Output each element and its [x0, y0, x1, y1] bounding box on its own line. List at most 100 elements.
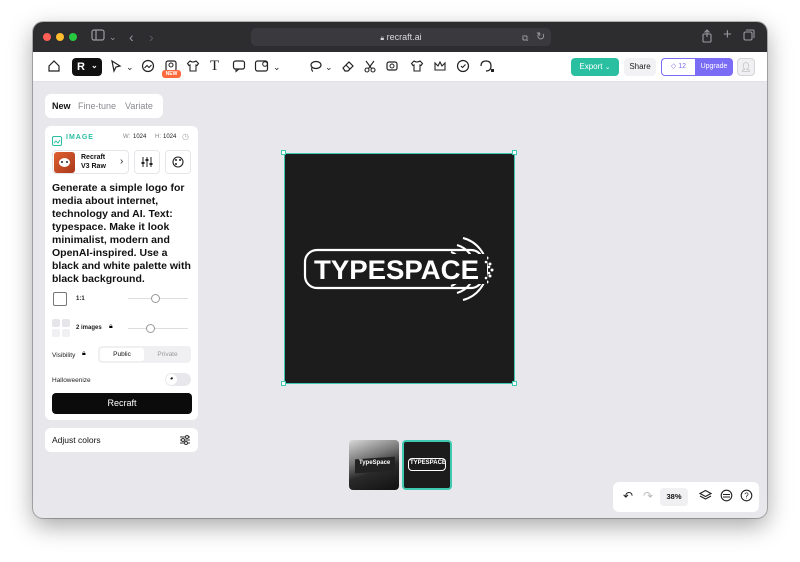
recraft-button[interactable]: Recraft: [52, 393, 192, 414]
share-page-icon[interactable]: [701, 29, 713, 47]
home-icon[interactable]: [47, 59, 61, 77]
model-selector[interactable]: Recraft V3 Raw ›: [52, 150, 129, 174]
palette-button[interactable]: [165, 150, 191, 174]
prompt-textarea[interactable]: Generate a simple logo for media about i…: [52, 182, 192, 286]
share-button[interactable]: Share: [624, 58, 656, 76]
shirt-outline-icon[interactable]: [410, 59, 424, 77]
eraser-tool-icon[interactable]: [341, 59, 355, 77]
image-tool-icon[interactable]: [141, 59, 155, 77]
variant-thumbnail-2[interactable]: TYPESPACE: [402, 440, 452, 490]
lasso-tool-icon[interactable]: [308, 59, 322, 77]
forward-arrow-icon[interactable]: ›: [149, 29, 154, 45]
height-label: H:: [155, 134, 161, 140]
resize-handle-top-right[interactable]: [512, 150, 517, 155]
visibility-toggle: Public Private: [98, 346, 191, 363]
resize-handle-bottom-left[interactable]: [281, 381, 286, 386]
ratio-slider[interactable]: [128, 294, 188, 303]
image-count-icon[interactable]: [52, 319, 70, 337]
image-section-icon: [52, 133, 62, 151]
address-bar[interactable]: 🔒︎ recraft.ai: [251, 28, 551, 46]
visibility-private-option[interactable]: Private: [146, 348, 189, 361]
logo-text: TYPESPACE: [314, 255, 479, 285]
adjust-colors-label: Adjust colors: [52, 435, 101, 445]
text-tool-icon[interactable]: T: [210, 58, 219, 74]
model-avatar: [54, 152, 75, 173]
halloweenize-toggle[interactable]: ◕: [165, 373, 191, 386]
undo-icon[interactable]: ↶: [623, 489, 633, 503]
palette-icon: [172, 156, 184, 168]
reload-icon[interactable]: ↻: [536, 29, 545, 45]
back-arrow-icon[interactable]: ‹: [129, 29, 134, 45]
magic-tool-icon[interactable]: [479, 59, 495, 77]
visibility-public-option[interactable]: Public: [100, 348, 144, 361]
style-picker-button[interactable]: R ⌄: [72, 58, 102, 76]
tab-fine-tune[interactable]: Fine-tune: [78, 100, 116, 112]
images-slider[interactable]: [128, 324, 188, 333]
upscale-tool-icon[interactable]: [385, 59, 399, 77]
chevron-down-icon: ⌄: [604, 64, 611, 71]
ratio-slider-thumb[interactable]: [150, 294, 160, 303]
lock-icon: 🔒︎: [109, 323, 113, 330]
browser-titlebar: ⌄ ‹ › 🔒︎ recraft.ai ⧉ ↻ +: [33, 22, 767, 52]
width-value[interactable]: 1024: [133, 134, 146, 140]
mode-tabs: New Fine-tune Variate: [45, 94, 163, 118]
section-label: IMAGE: [66, 134, 94, 141]
export-label: Export: [579, 62, 603, 71]
frame-tool-icon[interactable]: [254, 59, 270, 77]
minimize-window-button[interactable]: [56, 33, 64, 41]
model-settings-button[interactable]: [134, 150, 160, 174]
browser-window: ⌄ ‹ › 🔒︎ recraft.ai ⧉ ↻ + R ⌄ ⌄ T ⌄ ⌄ NE…: [33, 22, 767, 518]
clock-icon[interactable]: ◷: [182, 132, 189, 141]
sliders-icon: [141, 157, 153, 167]
height-value[interactable]: 1024: [163, 134, 176, 140]
upgrade-button[interactable]: Upgrade: [695, 58, 733, 76]
images-slider-thumb[interactable]: [145, 324, 155, 333]
export-button[interactable]: Export ⌄: [571, 58, 619, 76]
layers-icon[interactable]: [698, 489, 713, 507]
tab-overview-icon[interactable]: [743, 29, 755, 45]
chevron-down-icon[interactable]: ⌄: [325, 59, 333, 75]
thumb2-text: TYPESPACE: [410, 460, 446, 466]
typespace-logo: TYPESPACE: [303, 237, 494, 301]
close-window-button[interactable]: [43, 33, 51, 41]
zoom-level[interactable]: 38%: [660, 488, 688, 506]
visibility-label: Visibility: [52, 352, 76, 359]
scissors-tool-icon[interactable]: [363, 59, 377, 77]
sidebar-toggle-icon[interactable]: [91, 29, 105, 45]
redo-icon[interactable]: ↷: [643, 489, 653, 503]
community-icon[interactable]: [720, 489, 733, 507]
variant-thumbnail-1[interactable]: TypeSpace: [349, 440, 399, 490]
pumpkin-icon: ◕: [166, 374, 177, 385]
ratio-label: 1:1: [76, 296, 85, 302]
select-arrow-icon[interactable]: [109, 59, 123, 77]
sliders-icon: [180, 435, 190, 445]
credits-counter[interactable]: ◇ 12: [661, 58, 695, 76]
sticker-tool-icon[interactable]: [456, 59, 470, 77]
adjust-colors-row[interactable]: Adjust colors: [45, 428, 198, 452]
diamond-icon: ◇: [670, 63, 677, 70]
shirt-tool-icon[interactable]: [186, 59, 200, 77]
new-tab-icon[interactable]: +: [723, 27, 732, 43]
translate-icon[interactable]: ⧉: [522, 30, 528, 46]
resize-handle-top-left[interactable]: [281, 150, 286, 155]
profile-avatar-icon[interactable]: 👤︎: [737, 58, 755, 76]
comment-tool-icon[interactable]: [232, 59, 246, 77]
logo-letter: R: [77, 61, 85, 73]
chevron-down-icon[interactable]: ⌄: [273, 59, 281, 75]
lock-icon: 🔒︎: [380, 35, 385, 42]
resize-handle-bottom-right[interactable]: [512, 381, 517, 386]
chevron-down-icon[interactable]: ⌄: [126, 59, 134, 75]
new-badge: NEW: [162, 70, 181, 78]
help-icon[interactable]: ?: [740, 489, 753, 507]
model-name: Recraft: [81, 154, 106, 161]
tab-new[interactable]: New: [52, 100, 71, 112]
aspect-ratio-icon[interactable]: [53, 292, 67, 306]
app-toolbar: R ⌄ ⌄ T ⌄ ⌄ NEW Export ⌄ Share ◇ 12 Upgr…: [33, 52, 767, 82]
tab-variate[interactable]: Variate: [125, 100, 153, 112]
lock-icon: 🔒︎: [82, 350, 86, 357]
chevron-down-icon[interactable]: ⌄: [109, 29, 117, 45]
model-version: V3 Raw: [81, 163, 106, 170]
canvas-image[interactable]: TYPESPACE: [284, 153, 515, 384]
crown-tool-icon[interactable]: [433, 59, 447, 77]
maximize-window-button[interactable]: [69, 33, 77, 41]
